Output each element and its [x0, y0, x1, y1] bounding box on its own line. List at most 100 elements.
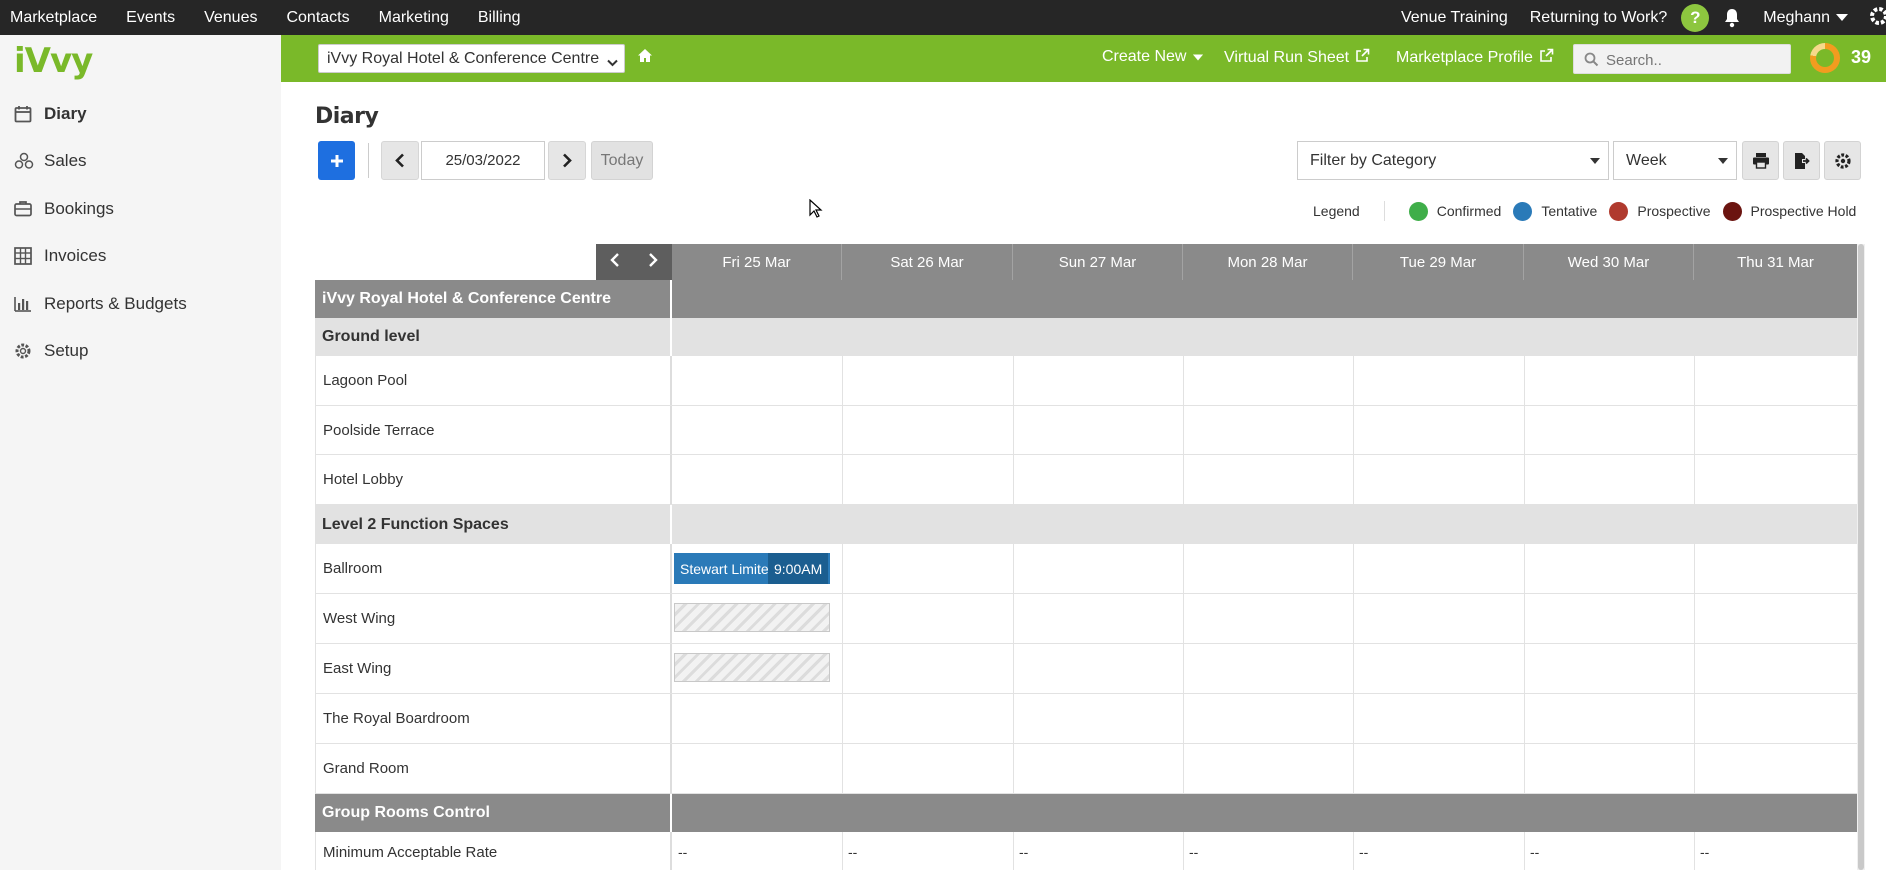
day-cell[interactable] — [1183, 594, 1184, 643]
day-header[interactable]: Tue 29 Mar — [1353, 244, 1524, 280]
export-button[interactable] — [1783, 141, 1820, 180]
day-header[interactable]: Mon 28 Mar — [1183, 244, 1353, 280]
day-header[interactable]: Fri 25 Mar — [672, 244, 842, 280]
day-cell[interactable] — [842, 594, 843, 643]
user-menu[interactable]: Meghann — [1763, 9, 1848, 27]
nav-events[interactable]: Events — [116, 9, 185, 27]
day-cell[interactable] — [1524, 356, 1525, 405]
nav-contacts[interactable]: Contacts — [276, 9, 359, 27]
day-cell[interactable] — [1524, 406, 1525, 454]
day-cell[interactable] — [842, 832, 843, 870]
day-cell[interactable] — [842, 406, 843, 454]
create-new-button[interactable]: Create New — [1102, 48, 1204, 66]
filter-category-select[interactable]: Filter by Category — [1297, 141, 1609, 180]
sidebar-item-diary[interactable]: Diary — [14, 90, 187, 138]
help-icon[interactable]: ? — [1681, 3, 1710, 32]
day-cell[interactable] — [842, 356, 843, 405]
day-cell[interactable] — [1183, 455, 1184, 504]
day-cell[interactable] — [1183, 406, 1184, 454]
day-cell[interactable] — [1353, 832, 1354, 870]
day-header[interactable]: Sat 26 Mar — [842, 244, 1013, 280]
day-cell[interactable] — [1183, 694, 1184, 743]
day-header[interactable]: Sun 27 Mar — [1013, 244, 1183, 280]
day-cell[interactable] — [1694, 594, 1695, 643]
returning-to-work-link[interactable]: Returning to Work? — [1530, 9, 1668, 27]
ivvy-logo[interactable]: iVvy — [14, 41, 93, 81]
day-cell[interactable] — [1353, 594, 1354, 643]
sidebar-item-sales[interactable]: Sales — [14, 138, 187, 186]
day-cell[interactable] — [842, 644, 843, 693]
day-cell[interactable] — [1524, 644, 1525, 693]
chevron-left-icon[interactable] — [610, 253, 620, 271]
venue-training-link[interactable]: Venue Training — [1401, 9, 1508, 27]
day-cell[interactable] — [1524, 694, 1525, 743]
day-cell[interactable] — [1013, 594, 1014, 643]
day-cell[interactable] — [1013, 644, 1014, 693]
add-booking-button[interactable] — [318, 141, 355, 180]
day-cell[interactable] — [1353, 644, 1354, 693]
day-cell[interactable] — [842, 544, 843, 593]
day-cell[interactable] — [1353, 744, 1354, 793]
next-date-button[interactable] — [548, 141, 586, 180]
day-cell[interactable] — [1694, 744, 1695, 793]
view-select[interactable]: Week — [1613, 141, 1737, 180]
venue-select[interactable]: iVvy Royal Hotel & Conference Centre — [318, 44, 625, 73]
day-cell[interactable] — [1353, 356, 1354, 405]
day-cell[interactable] — [1183, 832, 1184, 870]
day-cell[interactable] — [1183, 356, 1184, 405]
day-cell[interactable] — [1524, 832, 1525, 870]
day-header[interactable]: Wed 30 Mar — [1524, 244, 1694, 280]
sidebar-item-reports[interactable]: Reports & Budgets — [14, 280, 187, 328]
nav-marketplace[interactable]: Marketplace — [0, 9, 107, 27]
booking-block[interactable]: Stewart Limited 9:00AM — [674, 553, 830, 584]
day-cell[interactable] — [1694, 832, 1695, 870]
nav-billing[interactable]: Billing — [468, 9, 531, 27]
day-cell[interactable] — [1524, 544, 1525, 593]
day-cell[interactable] — [1353, 455, 1354, 504]
day-cell[interactable] — [1013, 356, 1014, 405]
day-cell[interactable] — [1183, 544, 1184, 593]
settings-button[interactable] — [1824, 141, 1861, 180]
day-cell[interactable] — [1013, 406, 1014, 454]
linked-space-block[interactable] — [674, 653, 830, 682]
bell-icon[interactable] — [1723, 8, 1741, 28]
sidebar-item-invoices[interactable]: Invoices — [14, 233, 187, 281]
day-cell[interactable] — [842, 694, 843, 743]
chevron-right-icon[interactable] — [648, 253, 658, 271]
day-cell[interactable] — [1694, 544, 1695, 593]
day-cell[interactable] — [1013, 744, 1014, 793]
scrollbar-thumb[interactable] — [1858, 244, 1864, 870]
virtual-run-sheet-link[interactable]: Virtual Run Sheet — [1224, 48, 1370, 68]
previous-date-button[interactable] — [381, 141, 419, 180]
day-cell[interactable] — [1353, 406, 1354, 454]
nav-marketing[interactable]: Marketing — [369, 9, 459, 27]
linked-space-block[interactable] — [674, 603, 830, 632]
day-header[interactable]: Thu 31 Mar — [1694, 244, 1857, 280]
sidebar-item-bookings[interactable]: Bookings — [14, 185, 187, 233]
day-cell[interactable] — [1694, 455, 1695, 504]
day-cell[interactable] — [1183, 744, 1184, 793]
day-cell[interactable] — [842, 744, 843, 793]
print-button[interactable] — [1742, 141, 1779, 180]
day-cell[interactable] — [1353, 694, 1354, 743]
marketplace-profile-link[interactable]: Marketplace Profile — [1396, 48, 1554, 68]
day-cell[interactable] — [1524, 455, 1525, 504]
home-icon[interactable] — [637, 48, 653, 67]
nav-venues[interactable]: Venues — [194, 9, 267, 27]
sidebar-item-setup[interactable]: Setup — [14, 328, 187, 376]
day-cell[interactable] — [1353, 544, 1354, 593]
day-cell[interactable] — [1183, 644, 1184, 693]
day-cell[interactable] — [1013, 694, 1014, 743]
day-cell[interactable] — [1694, 694, 1695, 743]
day-cell[interactable] — [1694, 356, 1695, 405]
day-cell[interactable] — [1694, 644, 1695, 693]
day-cell[interactable] — [842, 455, 843, 504]
date-input[interactable]: 25/03/2022 — [421, 141, 545, 180]
day-cell[interactable] — [1013, 544, 1014, 593]
day-cell[interactable] — [1013, 455, 1014, 504]
day-cell[interactable] — [1694, 406, 1695, 454]
progress-donut-icon[interactable] — [1810, 43, 1840, 73]
day-cell[interactable] — [1524, 744, 1525, 793]
gear-icon[interactable] — [1868, 5, 1886, 31]
today-button[interactable]: Today — [591, 141, 653, 180]
